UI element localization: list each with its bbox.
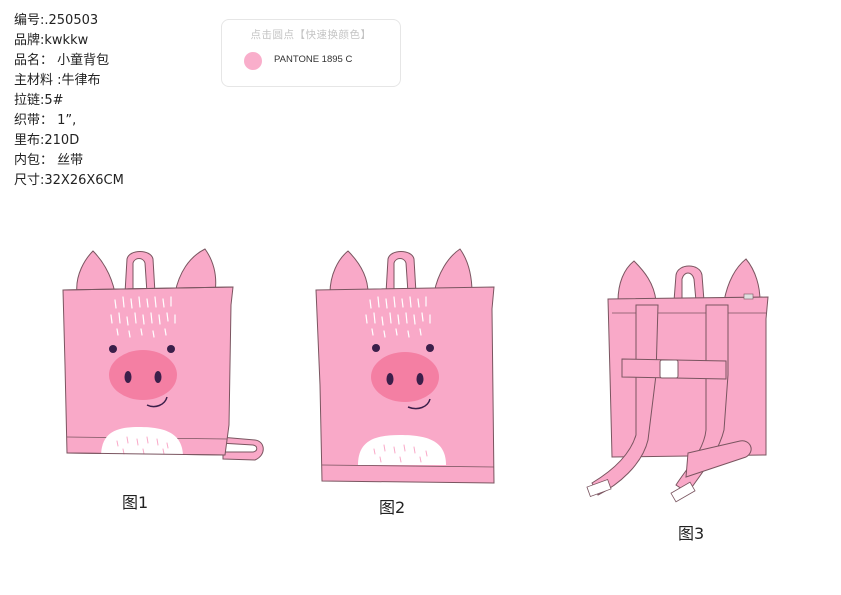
backpack-front-view-2 [315,248,495,484]
color-swatch[interactable] [244,52,262,70]
spec-brand: 品牌:kwkkw [14,33,89,48]
swatch-label: PANTONE 1895 C [274,54,353,65]
buckle [659,359,679,379]
top-handle [673,265,705,302]
left-eye [109,345,117,353]
left-ear [76,250,116,294]
left-ear [329,250,369,294]
spec-lining: 里布:210D [14,133,80,148]
right-ear [174,248,217,294]
right-eye [167,345,175,353]
backpack-back-view [586,258,769,503]
figure-2-caption: 图2 [379,498,406,517]
snout [109,350,177,400]
top-handle [124,251,156,294]
top-handle [385,251,417,294]
right-ear [723,258,761,302]
spec-inner: 内包： 丝带 [14,153,84,168]
right-ear [433,248,473,294]
spec-size: 尺寸:32X26X6CM [14,173,124,188]
spec-zipper: 拉链:5# [14,93,64,108]
left-ear [617,260,657,302]
figure-1-caption: 图1 [122,493,149,512]
spec-material: 主材料 :牛律布 [14,73,101,88]
spec-webbing: 织带： 1”, [14,113,77,128]
figure-3-caption: 图3 [678,524,705,543]
color-panel-title: 点击圆点【快速换颜色】 [250,29,372,41]
spec-list: 编号:.250503 品牌:kwkkw 品名： 小童背包 主材料 :牛律布 拉链… [14,11,124,191]
spec-code: 编号:.250503 [14,13,99,28]
color-picker-panel: 点击圆点【快速换颜色】 PANTONE 1895 C [221,19,401,87]
backpack-front-view-1 [62,248,264,461]
spec-name: 品名： 小童背包 [14,53,110,68]
